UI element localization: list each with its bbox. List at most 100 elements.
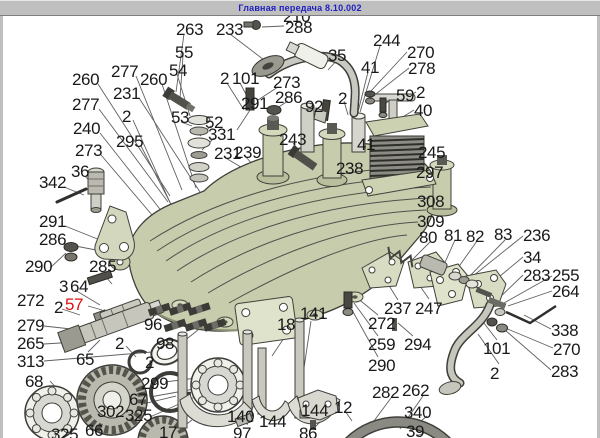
part-label-2[interactable]: 2	[220, 70, 229, 87]
part-label-2[interactable]: 2	[115, 335, 124, 352]
part-label-101[interactable]: 101	[483, 340, 510, 357]
part-label-36[interactable]: 36	[71, 163, 89, 180]
part-label-286[interactable]: 286	[39, 231, 66, 248]
part-label-2[interactable]: 2	[54, 299, 63, 316]
part-label-255[interactable]: 255	[552, 267, 579, 284]
part-label-80[interactable]: 80	[419, 229, 437, 246]
part-label-59[interactable]: 59	[396, 87, 414, 104]
part-label-259[interactable]: 259	[368, 336, 395, 353]
part-label-244[interactable]: 244	[373, 32, 400, 49]
part-label-260[interactable]: 260	[72, 71, 99, 88]
part-label-302[interactable]: 302	[97, 403, 124, 420]
part-label-299[interactable]: 299	[141, 375, 168, 392]
part-label-82[interactable]: 82	[466, 228, 484, 245]
part-label-65[interactable]: 65	[76, 351, 94, 368]
part-label-283[interactable]: 283	[551, 363, 578, 380]
part-label-272[interactable]: 272	[17, 292, 44, 309]
part-label-40[interactable]: 40	[414, 102, 432, 119]
part-label-34[interactable]: 34	[523, 249, 541, 266]
part-label-238[interactable]: 238	[336, 160, 363, 177]
part-label-245[interactable]: 245	[418, 144, 445, 161]
part-label-3[interactable]: 3	[59, 278, 68, 295]
part-label-64[interactable]: 64	[70, 278, 88, 295]
part-label-313[interactable]: 313	[17, 353, 44, 370]
part-label-295[interactable]: 295	[116, 133, 143, 150]
part-label-290[interactable]: 290	[25, 258, 52, 275]
part-label-342[interactable]: 342	[39, 174, 66, 191]
part-label-18[interactable]: 18	[277, 316, 295, 333]
part-label-338[interactable]: 338	[551, 322, 578, 339]
part-label-66[interactable]: 66	[85, 422, 103, 438]
part-label-92[interactable]: 92	[305, 98, 323, 115]
part-label-273[interactable]: 273	[75, 142, 102, 159]
part-label-17[interactable]: 17	[159, 424, 177, 438]
part-label-83[interactable]: 83	[494, 226, 512, 243]
part-label-53[interactable]: 53	[171, 109, 189, 126]
part-label-41[interactable]: 41	[361, 59, 379, 76]
part-label-277[interactable]: 277	[72, 96, 99, 113]
part-label-243[interactable]: 243	[279, 131, 306, 148]
part-label-340[interactable]: 340	[404, 404, 431, 421]
part-label-279[interactable]: 279	[17, 317, 44, 334]
window-title: Главная передача 8.10.002	[0, 1, 600, 15]
part-label-236[interactable]: 236	[523, 227, 550, 244]
part-label-286[interactable]: 286	[275, 89, 302, 106]
part-label-68[interactable]: 68	[25, 373, 43, 390]
part-label-55[interactable]: 55	[175, 44, 193, 61]
parts-catalog-window: 2632332102885554260277260231277224029527…	[0, 0, 600, 438]
part-label-140[interactable]: 140	[227, 408, 254, 425]
part-label-239[interactable]: 239	[234, 144, 261, 161]
part-label-144[interactable]: 144	[259, 413, 286, 430]
part-label-270[interactable]: 270	[553, 341, 580, 358]
window-frame-left	[0, 16, 3, 438]
part-label-240[interactable]: 240	[73, 120, 100, 137]
part-label-308[interactable]: 308	[417, 193, 444, 210]
window-titlebar[interactable]: Главная передача 8.10.002	[0, 0, 600, 16]
part-label-331[interactable]: 331	[208, 126, 235, 143]
part-label-247[interactable]: 247	[415, 300, 442, 317]
part-label-2[interactable]: 2	[338, 90, 347, 107]
part-label-263[interactable]: 263	[176, 21, 203, 38]
part-label-86[interactable]: 86	[299, 425, 317, 438]
part-label-309[interactable]: 309	[417, 213, 444, 230]
part-label-237[interactable]: 237	[384, 300, 411, 317]
part-label-264[interactable]: 264	[552, 283, 579, 300]
part-label-2[interactable]: 2	[416, 84, 425, 101]
part-label-12[interactable]: 12	[334, 399, 352, 416]
part-label-325[interactable]: 325	[125, 407, 152, 424]
part-label-2[interactable]: 2	[490, 365, 499, 382]
part-label-41[interactable]: 41	[357, 136, 375, 153]
part-label-144[interactable]: 144	[301, 402, 328, 419]
part-label-54[interactable]: 54	[169, 62, 187, 79]
part-label-265[interactable]: 265	[17, 335, 44, 352]
part-label-2[interactable]: 2	[122, 108, 131, 125]
part-label-96[interactable]: 96	[144, 316, 162, 333]
part-label-285[interactable]: 285	[89, 258, 116, 275]
part-label-35[interactable]: 35	[328, 47, 346, 64]
part-label-57[interactable]: 57	[65, 296, 83, 313]
diagram-canvas: 2632332102885554260277260231277224029527…	[0, 0, 600, 438]
part-label-260[interactable]: 260	[140, 71, 167, 88]
part-label-67[interactable]: 67	[129, 391, 147, 408]
part-label-262[interactable]: 262	[402, 382, 429, 399]
part-label-278[interactable]: 278	[408, 60, 435, 77]
part-label-290[interactable]: 290	[368, 357, 395, 374]
part-label-291[interactable]: 291	[241, 95, 268, 112]
part-label-101[interactable]: 101	[232, 70, 259, 87]
part-label-233[interactable]: 233	[216, 21, 243, 38]
part-label-81[interactable]: 81	[444, 227, 462, 244]
part-label-297[interactable]: 297	[416, 164, 443, 181]
part-label-2[interactable]: 2	[145, 354, 154, 371]
part-label-39[interactable]: 39	[406, 423, 424, 438]
part-label-291[interactable]: 291	[39, 213, 66, 230]
part-label-97[interactable]: 97	[233, 425, 251, 438]
part-label-283[interactable]: 283	[523, 267, 550, 284]
part-label-141[interactable]: 141	[300, 305, 327, 322]
part-label-294[interactable]: 294	[404, 336, 431, 353]
part-label-288[interactable]: 288	[285, 19, 312, 36]
part-label-325[interactable]: 325	[51, 426, 78, 438]
part-label-277[interactable]: 277	[111, 63, 138, 80]
part-label-98[interactable]: 98	[156, 335, 174, 352]
part-label-282[interactable]: 282	[372, 384, 399, 401]
part-label-231[interactable]: 231	[113, 85, 140, 102]
